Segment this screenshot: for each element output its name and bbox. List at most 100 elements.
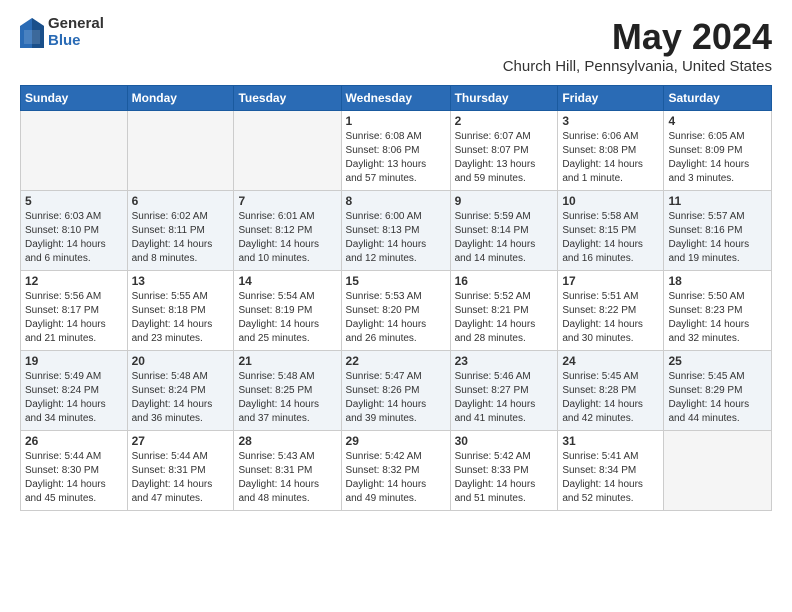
day-info: Sunrise: 5:59 AMSunset: 8:14 PMDaylight:… — [455, 210, 554, 266]
header-thursday: Thursday — [450, 86, 558, 111]
calendar-cell: 23Sunrise: 5:46 AMSunset: 8:27 PMDayligh… — [450, 351, 558, 431]
day-number: 10 — [562, 194, 659, 208]
day-info: Sunrise: 5:55 AMSunset: 8:18 PMDaylight:… — [132, 290, 230, 346]
calendar-cell: 6Sunrise: 6:02 AMSunset: 8:11 PMDaylight… — [127, 191, 234, 271]
day-number: 5 — [25, 194, 123, 208]
day-number: 16 — [455, 274, 554, 288]
day-info: Sunrise: 5:51 AMSunset: 8:22 PMDaylight:… — [562, 290, 659, 346]
day-number: 30 — [455, 434, 554, 448]
location: Church Hill, Pennsylvania, United States — [503, 58, 772, 75]
day-number: 19 — [25, 354, 123, 368]
day-info: Sunrise: 5:46 AMSunset: 8:27 PMDaylight:… — [455, 370, 554, 426]
day-info: Sunrise: 5:47 AMSunset: 8:26 PMDaylight:… — [346, 370, 446, 426]
day-info: Sunrise: 5:41 AMSunset: 8:34 PMDaylight:… — [562, 450, 659, 506]
day-number: 6 — [132, 194, 230, 208]
day-info: Sunrise: 5:49 AMSunset: 8:24 PMDaylight:… — [25, 370, 123, 426]
calendar-cell: 26Sunrise: 5:44 AMSunset: 8:30 PMDayligh… — [21, 431, 128, 511]
calendar-cell: 13Sunrise: 5:55 AMSunset: 8:18 PMDayligh… — [127, 271, 234, 351]
day-number: 1 — [346, 114, 446, 128]
calendar-cell: 14 Sunrise: 5:54 AMSunset: 8:19 PMDayligh… — [234, 271, 341, 351]
calendar-cell: 12 Sunrise: 5:56 AMSunset: 8:17 PMDayligh… — [21, 271, 128, 351]
day-number: 24 — [562, 354, 659, 368]
logo-text: General Blue — [48, 16, 104, 49]
day-info: Sunrise: 5:44 AMSunset: 8:31 PMDaylight:… — [132, 450, 230, 506]
day-info: Sunrise: 6:00 AMSunset: 8:13 PMDaylight:… — [346, 210, 446, 266]
day-info: Sunrise: 5:43 AMSunset: 8:31 PMDaylight:… — [238, 450, 336, 506]
calendar-cell: 27Sunrise: 5:44 AMSunset: 8:31 PMDayligh… — [127, 431, 234, 511]
month-title: May 2024 — [503, 16, 772, 58]
day-info: Sunrise: 5:42 AMSunset: 8:33 PMDaylight:… — [455, 450, 554, 506]
calendar-cell: 22 Sunrise: 5:47 AMSunset: 8:26 PMDayligh… — [341, 351, 450, 431]
calendar-cell: 8 Sunrise: 6:00 AMSunset: 8:13 PMDaylight… — [341, 191, 450, 271]
day-number: 8 — [346, 194, 446, 208]
calendar-cell: 30 Sunrise: 5:42 AMSunset: 8:33 PMDayligh… — [450, 431, 558, 511]
header: General Blue May 2024 Church Hill, Penns… — [20, 16, 772, 75]
day-info: Sunrise: 6:01 AMSunset: 8:12 PMDaylight:… — [238, 210, 336, 266]
day-number: 17 — [562, 274, 659, 288]
calendar-week-3: 12 Sunrise: 5:56 AMSunset: 8:17 PMDayligh… — [21, 271, 772, 351]
calendar-cell: 24 Sunrise: 5:45 AMSunset: 8:28 PMDayligh… — [558, 351, 664, 431]
day-number: 7 — [238, 194, 336, 208]
calendar-week-1: 1 Sunrise: 6:08 AMSunset: 8:06 PMDaylight… — [21, 111, 772, 191]
calendar-cell: 10Sunrise: 5:58 AMSunset: 8:15 PMDayligh… — [558, 191, 664, 271]
day-number: 9 — [455, 194, 554, 208]
day-number: 3 — [562, 114, 659, 128]
calendar-cell: 29Sunrise: 5:42 AMSunset: 8:32 PMDayligh… — [341, 431, 450, 511]
day-number: 18 — [668, 274, 767, 288]
calendar-cell — [21, 111, 128, 191]
calendar-cell: 18Sunrise: 5:50 AMSunset: 8:23 PMDayligh… — [664, 271, 772, 351]
day-info: Sunrise: 6:03 AMSunset: 8:10 PMDaylight:… — [25, 210, 123, 266]
calendar-cell: 4Sunrise: 6:05 AMSunset: 8:09 PMDaylight… — [664, 111, 772, 191]
calendar-header: Sunday Monday Tuesday Wednesday Thursday… — [21, 86, 772, 111]
calendar-cell: 9 Sunrise: 5:59 AMSunset: 8:14 PMDaylight… — [450, 191, 558, 271]
day-info: Sunrise: 5:45 AMSunset: 8:29 PMDaylight:… — [668, 370, 767, 426]
day-number: 25 — [668, 354, 767, 368]
day-number: 31 — [562, 434, 659, 448]
day-info: Sunrise: 5:56 AMSunset: 8:17 PMDaylight:… — [25, 290, 123, 346]
day-info: Sunrise: 5:54 AMSunset: 8:19 PMDaylight:… — [238, 290, 336, 346]
day-number: 11 — [668, 194, 767, 208]
day-number: 26 — [25, 434, 123, 448]
header-friday: Friday — [558, 86, 664, 111]
day-info: Sunrise: 6:06 AMSunset: 8:08 PMDaylight:… — [562, 130, 659, 186]
day-info: Sunrise: 5:45 AMSunset: 8:28 PMDaylight:… — [562, 370, 659, 426]
logo-blue: Blue — [48, 33, 104, 50]
day-number: 15 — [346, 274, 446, 288]
day-info: Sunrise: 5:52 AMSunset: 8:21 PMDaylight:… — [455, 290, 554, 346]
calendar-cell — [127, 111, 234, 191]
calendar-cell: 28Sunrise: 5:43 AMSunset: 8:31 PMDayligh… — [234, 431, 341, 511]
calendar-body: 1 Sunrise: 6:08 AMSunset: 8:06 PMDaylight… — [21, 111, 772, 511]
day-number: 21 — [238, 354, 336, 368]
calendar-cell: 20Sunrise: 5:48 AMSunset: 8:24 PMDayligh… — [127, 351, 234, 431]
calendar-cell: 16 Sunrise: 5:52 AMSunset: 8:21 PMDayligh… — [450, 271, 558, 351]
calendar-week-2: 5 Sunrise: 6:03 AMSunset: 8:10 PMDaylight… — [21, 191, 772, 271]
day-info: Sunrise: 6:08 AMSunset: 8:06 PMDaylight:… — [346, 130, 446, 186]
calendar-cell: 31 Sunrise: 5:41 AMSunset: 8:34 PMDayligh… — [558, 431, 664, 511]
calendar-table: Sunday Monday Tuesday Wednesday Thursday… — [20, 85, 772, 511]
day-number: 2 — [455, 114, 554, 128]
day-info: Sunrise: 5:57 AMSunset: 8:16 PMDaylight:… — [668, 210, 767, 266]
day-number: 4 — [668, 114, 767, 128]
calendar-cell — [234, 111, 341, 191]
header-monday: Monday — [127, 86, 234, 111]
calendar-cell: 21 Sunrise: 5:48 AMSunset: 8:25 PMDayligh… — [234, 351, 341, 431]
day-number: 20 — [132, 354, 230, 368]
calendar-cell: 3 Sunrise: 6:06 AMSunset: 8:08 PMDaylight… — [558, 111, 664, 191]
calendar-cell: 25 Sunrise: 5:45 AMSunset: 8:29 PMDayligh… — [664, 351, 772, 431]
day-info: Sunrise: 6:07 AMSunset: 8:07 PMDaylight:… — [455, 130, 554, 186]
calendar-week-5: 26Sunrise: 5:44 AMSunset: 8:30 PMDayligh… — [21, 431, 772, 511]
calendar-cell: 11 Sunrise: 5:57 AMSunset: 8:16 PMDayligh… — [664, 191, 772, 271]
title-section: May 2024 Church Hill, Pennsylvania, Unit… — [503, 16, 772, 75]
calendar-cell: 17 Sunrise: 5:51 AMSunset: 8:22 PMDayligh… — [558, 271, 664, 351]
day-number: 22 — [346, 354, 446, 368]
day-number: 12 — [25, 274, 123, 288]
calendar-cell: 5 Sunrise: 6:03 AMSunset: 8:10 PMDaylight… — [21, 191, 128, 271]
header-wednesday: Wednesday — [341, 86, 450, 111]
header-saturday: Saturday — [664, 86, 772, 111]
header-row: Sunday Monday Tuesday Wednesday Thursday… — [21, 86, 772, 111]
day-number: 14 — [238, 274, 336, 288]
day-info: Sunrise: 5:53 AMSunset: 8:20 PMDaylight:… — [346, 290, 446, 346]
day-info: Sunrise: 5:48 AMSunset: 8:25 PMDaylight:… — [238, 370, 336, 426]
page: General Blue May 2024 Church Hill, Penns… — [0, 0, 792, 612]
day-info: Sunrise: 5:42 AMSunset: 8:32 PMDaylight:… — [346, 450, 446, 506]
